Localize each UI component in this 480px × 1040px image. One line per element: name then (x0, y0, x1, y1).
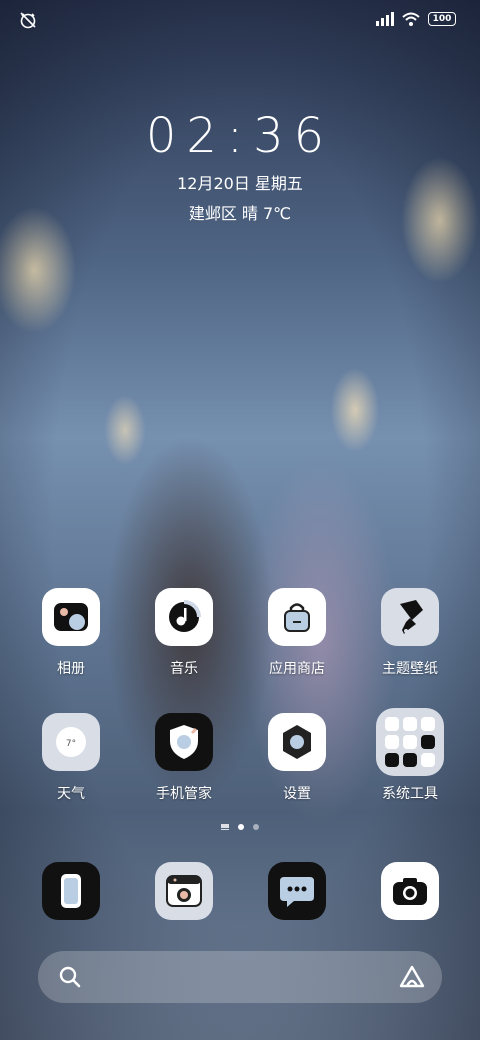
app-store[interactable]: 应用商店 (247, 588, 347, 678)
folder-mini-icon (421, 735, 435, 749)
folder-system-tools[interactable]: 系统工具 (360, 708, 460, 803)
search-icon (59, 966, 81, 988)
do-not-disturb-off-icon (20, 12, 36, 29)
folder-mini-icon (385, 753, 399, 767)
app-label: 系统工具 (382, 786, 438, 802)
app-label: 主题壁纸 (382, 661, 438, 677)
phone-icon (42, 862, 100, 920)
page-indicator[interactable] (0, 824, 480, 830)
dock-contacts[interactable] (134, 862, 234, 920)
app-label: 应用商店 (269, 661, 325, 677)
app-store-icon (268, 588, 326, 646)
app-settings[interactable]: 设置 (247, 713, 347, 803)
battery-indicator: 100 (428, 12, 456, 26)
folder-mini-icon (403, 717, 417, 731)
wifi-icon (402, 12, 420, 26)
app-label: 手机管家 (156, 786, 212, 802)
clock-date: 12月20日 星期五 (177, 174, 303, 193)
app-music[interactable]: 音乐 (134, 588, 234, 678)
weather-icon: 7° (42, 713, 100, 771)
dock-messages[interactable] (247, 862, 347, 920)
clock-widget[interactable]: 02:36 12月20日 星期五 建邺区 晴 7℃ (0, 108, 480, 224)
gallery-icon (42, 588, 100, 646)
folder-mini-icon (385, 717, 399, 731)
security-icon (155, 713, 213, 771)
messages-icon (268, 862, 326, 920)
contacts-icon (155, 862, 213, 920)
app-label: 相册 (57, 661, 85, 677)
app-security[interactable]: 手机管家 (134, 713, 234, 803)
theme-icon (381, 588, 439, 646)
settings-icon (268, 713, 326, 771)
dock-camera[interactable] (360, 862, 460, 920)
camera-icon (381, 862, 439, 920)
page-list-icon (221, 824, 229, 830)
search-bar[interactable] (38, 951, 442, 1003)
clock-weather: 建邺区 晴 7℃ (188, 204, 292, 223)
folder-icon (376, 708, 444, 776)
app-label: 设置 (283, 786, 311, 802)
app-gallery[interactable]: 相册 (21, 588, 121, 678)
signal-icon (376, 12, 394, 26)
assistant-icon[interactable] (398, 964, 426, 990)
page-dot-active (238, 824, 244, 830)
dock-phone[interactable] (21, 862, 121, 920)
page-dot (253, 824, 259, 830)
app-label: 天气 (57, 786, 85, 802)
folder-mini-icon (403, 735, 417, 749)
folder-mini-icon (421, 753, 435, 767)
clock-time: 02:36 (145, 108, 335, 164)
app-themes[interactable]: 主题壁纸 (360, 588, 460, 678)
svg-text:7°: 7° (66, 739, 76, 749)
status-bar: 100 (0, 0, 480, 40)
folder-mini-icon (403, 753, 417, 767)
folder-mini-icon (385, 735, 399, 749)
app-label: 音乐 (170, 661, 198, 677)
music-icon (155, 588, 213, 646)
app-weather[interactable]: 7° 天气 (21, 713, 121, 803)
folder-mini-icon (421, 717, 435, 731)
